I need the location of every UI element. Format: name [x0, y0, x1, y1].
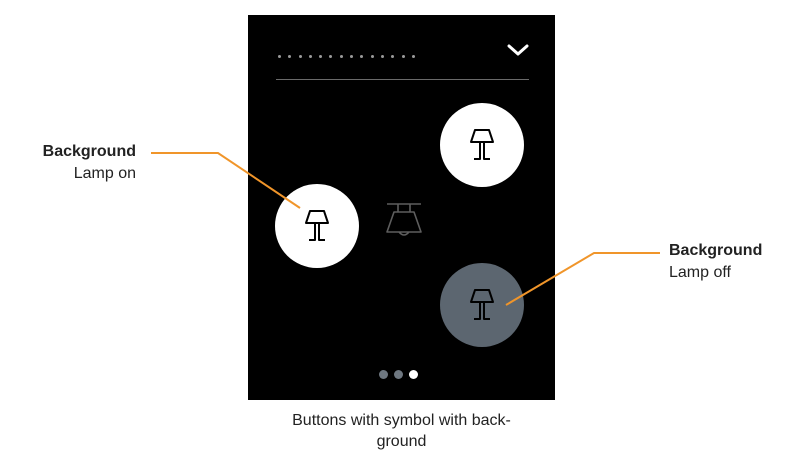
caption-line-2: ground [376, 433, 427, 450]
callout-label-lamp-on: Background Lamp on [36, 141, 136, 185]
caption-line-1: Buttons with symbol with back- [292, 412, 511, 429]
page-dot[interactable] [379, 370, 388, 379]
header-divider [276, 79, 529, 80]
title-placeholder-dots [278, 55, 428, 61]
device-screen [248, 15, 555, 400]
callout-subtitle: Lamp off [669, 264, 731, 281]
callout-label-lamp-off: Background Lamp off [669, 240, 798, 284]
figure-caption: Buttons with symbol with back- ground [248, 410, 555, 452]
callout-title: Background [669, 242, 763, 259]
lamp-icon [470, 289, 494, 320]
callout-subtitle: Lamp on [73, 165, 136, 182]
lamp-on-button-left[interactable] [275, 184, 359, 268]
callout-title: Background [42, 143, 136, 160]
lamp-off-button[interactable] [440, 263, 524, 347]
lamp-on-button-top[interactable] [440, 103, 524, 187]
lamp-icon [305, 210, 329, 241]
page-dot-active[interactable] [409, 370, 418, 379]
page-indicator [379, 370, 427, 380]
chevron-down-icon[interactable] [505, 41, 531, 59]
page-dot[interactable] [394, 370, 403, 379]
lamp-icon [470, 129, 494, 160]
ceiling-lamp-icon[interactable] [381, 198, 427, 244]
